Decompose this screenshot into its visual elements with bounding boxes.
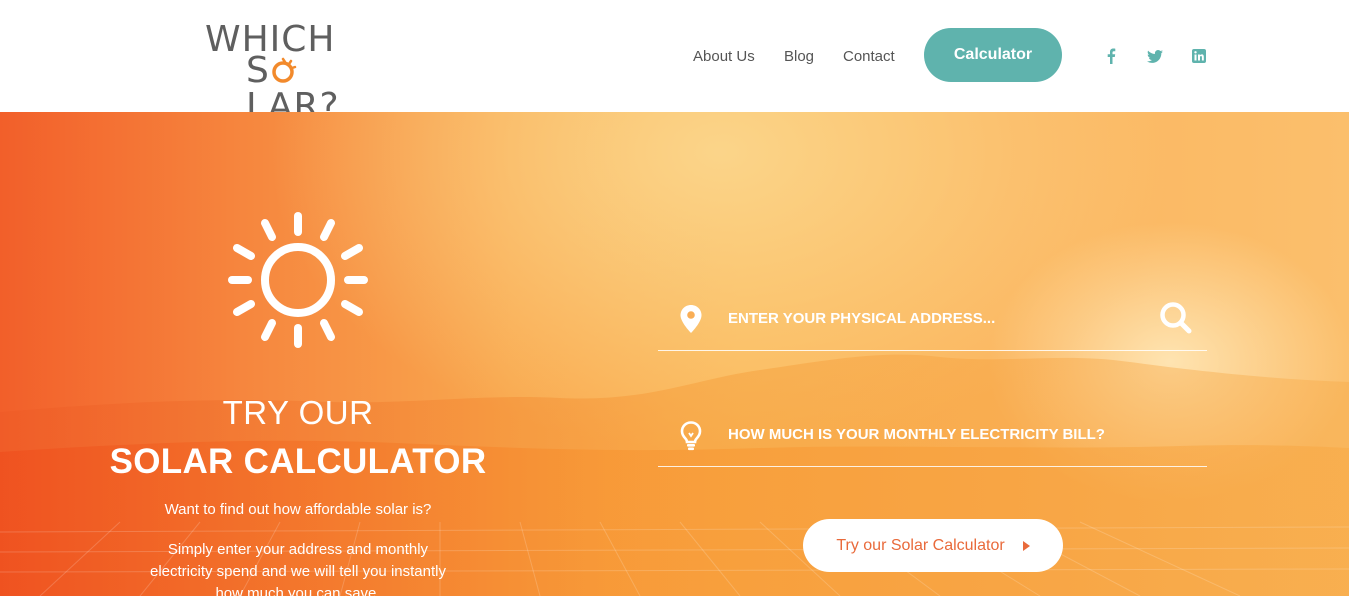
logo-letter-s: S	[246, 50, 270, 91]
hero-section: TRY OUR SOLAR CALCULATOR Want to find ou…	[0, 112, 1349, 596]
address-input[interactable]	[728, 305, 1148, 331]
hero-subtitle: Want to find out how affordable solar is…	[164, 501, 432, 518]
arrow-right-icon	[1022, 540, 1030, 551]
nav-about-us[interactable]: About Us	[693, 48, 755, 65]
nav-blog[interactable]: Blog	[784, 48, 814, 65]
calculator-button[interactable]: Calculator	[924, 28, 1062, 82]
site-logo[interactable]: WHICH SO LAR?	[205, 20, 390, 125]
try-button-label: Try our Solar Calculator	[836, 536, 1005, 554]
facebook-icon[interactable]	[1100, 45, 1122, 67]
site-header: WHICH SO LAR? About Us Blog Contact Calc…	[0, 0, 1349, 125]
linkedin-icon[interactable]	[1188, 45, 1210, 67]
lightbulb-icon	[680, 421, 702, 451]
hero-background-scene	[0, 354, 1349, 596]
hero-description: Simply enter your address and monthly el…	[150, 541, 446, 596]
address-field	[658, 293, 1207, 351]
electricity-bill-field	[658, 409, 1207, 467]
hero-title-line2: SOLAR CALCULATOR	[109, 442, 487, 481]
try-solar-calculator-button[interactable]: Try our Solar Calculator	[803, 519, 1063, 572]
nav-contact[interactable]: Contact	[843, 48, 895, 65]
twitter-icon[interactable]	[1144, 45, 1166, 67]
search-icon[interactable]	[1158, 301, 1194, 337]
hero-title-line1: TRY OUR	[222, 394, 374, 431]
logo-sun-o: O	[270, 53, 299, 89]
sun-icon	[228, 212, 368, 348]
electricity-bill-input[interactable]	[728, 421, 1148, 447]
map-pin-icon	[680, 305, 702, 333]
